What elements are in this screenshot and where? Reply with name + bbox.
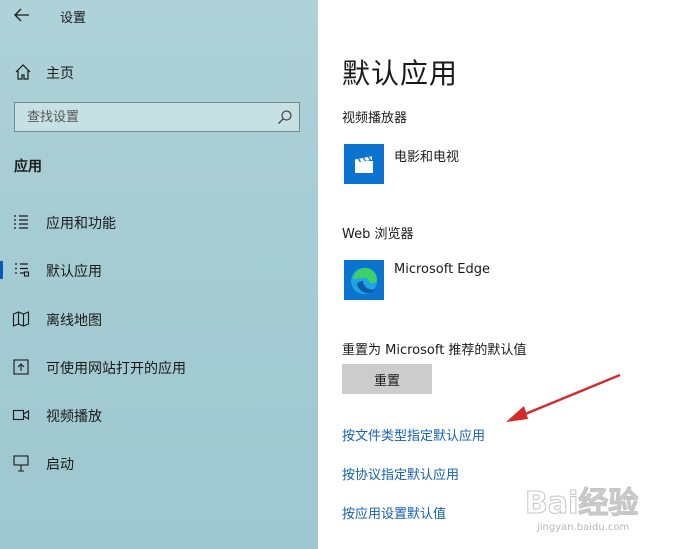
home-icon — [15, 64, 31, 80]
page-title: 默认应用 — [342, 57, 459, 90]
sidebar-item-label: 启动 — [46, 457, 74, 473]
sidebar-item-default-apps[interactable]: 默认应用 — [0, 253, 318, 287]
back-arrow-icon — [14, 8, 29, 22]
web-browser-label: Web 浏览器 — [342, 227, 414, 242]
reset-button[interactable]: 重置 — [342, 364, 432, 394]
sidebar-item-video-playback[interactable]: 视频播放 — [0, 398, 318, 432]
title-bar: 设置 — [0, 0, 318, 30]
watermark: Bai经验 jingyan.baidu.com — [524, 478, 675, 542]
web-browser-app-button[interactable]: Microsoft Edge — [342, 260, 642, 306]
edge-icon — [344, 260, 384, 300]
search-box — [14, 102, 300, 132]
video-icon — [12, 409, 30, 421]
home-label: 主页 — [46, 66, 74, 82]
search-input[interactable] — [15, 103, 277, 131]
sidebar-item-apps-for-websites[interactable]: 可使用网站打开的应用 — [0, 350, 318, 384]
video-player-app-button[interactable]: 电影和电视 — [342, 144, 642, 190]
search-icon[interactable] — [277, 109, 293, 125]
choose-by-file-type-link[interactable]: 按文件类型指定默认应用 — [342, 425, 485, 444]
startup-icon — [13, 455, 29, 472]
home-nav-item[interactable]: 主页 — [0, 56, 318, 88]
main-panel: 默认应用 视频播放器 电影和电视 Web 浏览器 Microsoft Edge … — [318, 0, 685, 549]
choose-by-protocol-link[interactable]: 按协议指定默认应用 — [342, 464, 459, 483]
default-apps-icon — [15, 263, 30, 277]
apps-list-icon — [14, 215, 28, 229]
map-icon — [12, 311, 30, 327]
movies-tv-icon — [344, 144, 384, 184]
sidebar-item-label: 可使用网站打开的应用 — [46, 361, 186, 377]
back-button[interactable] — [8, 3, 36, 27]
watermark-logo: Bai经验 — [524, 486, 639, 522]
sidebar-item-label: 应用和功能 — [46, 216, 116, 232]
web-browser-app-name: Microsoft Edge — [394, 262, 491, 277]
sidebar-item-label: 默认应用 — [46, 264, 102, 280]
sidebar-item-startup[interactable]: 启动 — [0, 446, 318, 480]
annotation-arrow-icon — [506, 373, 621, 422]
section-title: 应用 — [14, 159, 42, 175]
reset-description: 重置为 Microsoft 推荐的默认值 — [342, 343, 527, 358]
sidebar-item-label: 离线地图 — [46, 313, 102, 329]
app-tile — [344, 144, 384, 184]
sidebar-item-apps-features[interactable]: 应用和功能 — [0, 205, 318, 239]
set-defaults-by-app-link[interactable]: 按应用设置默认值 — [342, 503, 446, 522]
window-title: 设置 — [60, 11, 87, 26]
watermark-url: jingyan.baidu.com — [537, 522, 630, 533]
video-player-app-name: 电影和电视 — [394, 150, 460, 165]
sidebar-item-label: 视频播放 — [46, 409, 102, 425]
selection-indicator — [0, 261, 3, 279]
sidebar: 设置 主页 应用 应用和功能 默认应用 离线地图 — [0, 0, 318, 549]
open-in-website-icon — [13, 359, 29, 375]
video-player-label: 视频播放器 — [342, 111, 408, 126]
sidebar-item-offline-maps[interactable]: 离线地图 — [0, 302, 318, 336]
app-tile — [344, 260, 384, 300]
